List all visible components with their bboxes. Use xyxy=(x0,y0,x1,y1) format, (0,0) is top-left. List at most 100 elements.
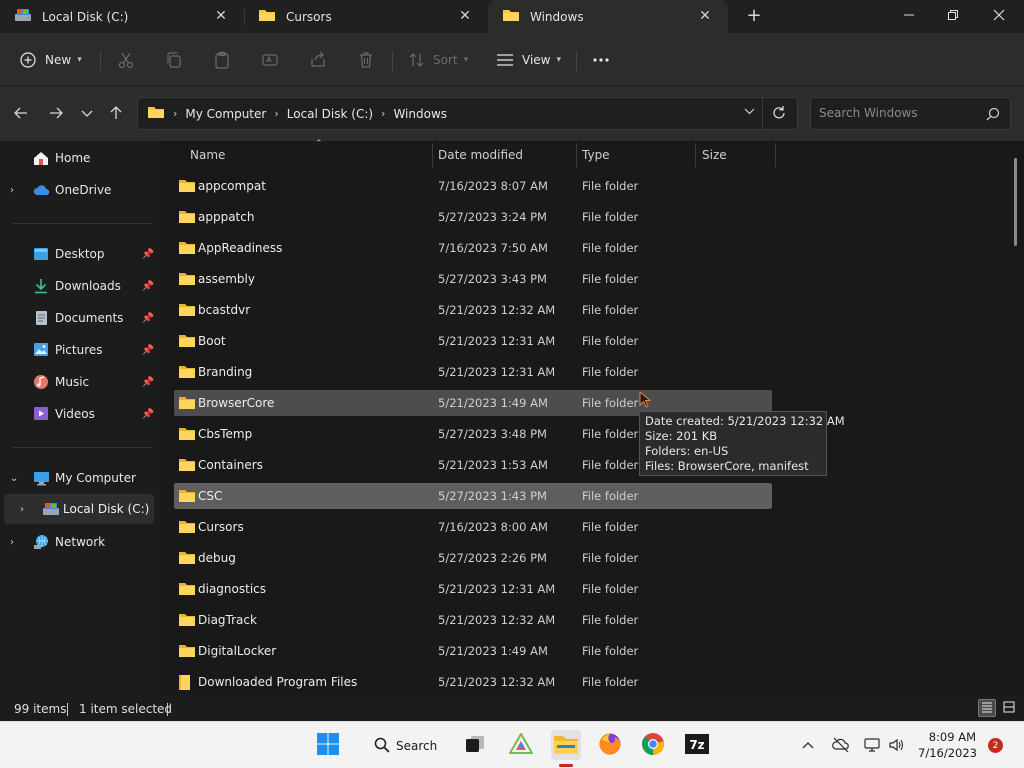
download-icon xyxy=(34,278,48,297)
search-icon xyxy=(986,107,1000,124)
nav-item-local-disk[interactable]: › Local Disk (C:) xyxy=(4,494,154,524)
7zip-button[interactable]: 7z xyxy=(682,730,712,760)
file-date-modified: 7/16/2023 8:07 AM xyxy=(438,179,548,193)
file-row[interactable]: diagnostics 5/21/2023 12:31 AM File folder xyxy=(174,576,772,602)
cut-button[interactable] xyxy=(117,47,135,73)
file-list: ⌃ Name Date modified Type Size appcompat… xyxy=(160,139,1024,695)
file-row[interactable]: Boot 5/21/2023 12:31 AM File folder xyxy=(174,328,772,354)
tab-windows[interactable]: Windows ✕ xyxy=(488,0,728,33)
recent-locations-button[interactable] xyxy=(77,104,97,124)
chevron-down-icon: ▾ xyxy=(77,55,82,65)
start-button[interactable] xyxy=(313,730,343,760)
network-tray-icon[interactable] xyxy=(864,737,880,756)
clock-time[interactable]: 8:09 AM xyxy=(918,730,976,744)
nav-item-music[interactable]: Music 📌 xyxy=(0,367,158,397)
volume-icon[interactable] xyxy=(888,737,904,756)
nav-item-onedrive[interactable]: › OneDrive xyxy=(0,175,158,205)
file-date-modified: 7/16/2023 8:00 AM xyxy=(438,520,548,534)
search-input[interactable] xyxy=(819,106,979,120)
details-view-button[interactable] xyxy=(978,699,996,717)
nav-item-documents[interactable]: Documents 📌 xyxy=(0,303,158,333)
file-row[interactable]: AppReadiness 7/16/2023 7:50 AM File folder xyxy=(174,235,772,261)
new-tab-button[interactable]: + xyxy=(744,6,764,26)
task-view-button[interactable] xyxy=(460,730,490,760)
file-row[interactable]: CSC 5/27/2023 1:43 PM File folder xyxy=(174,483,772,509)
file-explorer-taskbar-button[interactable] xyxy=(551,730,581,760)
notification-badge[interactable]: 2 xyxy=(988,738,1003,753)
back-button[interactable] xyxy=(11,104,31,124)
nav-item-pictures[interactable]: Pictures 📌 xyxy=(0,335,158,365)
file-date-modified: 5/27/2023 3:24 PM xyxy=(438,210,547,224)
chevron-right-icon[interactable]: › xyxy=(10,537,14,548)
breadcrumb-my-computer[interactable]: My Computer xyxy=(185,107,266,121)
file-row[interactable]: DigitalLocker 5/21/2023 1:49 AM File folde… xyxy=(174,638,772,664)
show-hidden-icons-button[interactable] xyxy=(802,738,814,752)
chevron-right-icon[interactable]: › xyxy=(20,504,24,515)
view-button[interactable]: View ▾ xyxy=(496,47,561,73)
share-button[interactable] xyxy=(309,47,327,73)
folder-icon xyxy=(178,426,196,444)
close-icon[interactable]: ✕ xyxy=(696,7,714,25)
firefox-button[interactable] xyxy=(595,730,625,760)
nav-label: My Computer xyxy=(55,471,136,485)
chrome-button[interactable] xyxy=(638,730,668,760)
file-row[interactable]: Branding 5/21/2023 12:31 AM File folder xyxy=(174,359,772,385)
file-date-modified: 5/21/2023 12:32 AM xyxy=(438,613,556,627)
nav-item-home[interactable]: Home xyxy=(0,143,158,173)
breadcrumb-local-disk[interactable]: Local Disk (C:) xyxy=(287,107,373,121)
file-row[interactable]: appcompat 7/16/2023 8:07 AM File folder xyxy=(174,173,772,199)
file-row[interactable]: DiagTrack 5/21/2023 12:32 AM File folder xyxy=(174,607,772,633)
column-name[interactable]: Name xyxy=(190,148,225,162)
search-box[interactable] xyxy=(810,97,1011,130)
nav-item-downloads[interactable]: Downloads 📌 xyxy=(0,271,158,301)
chevron-right-icon: › xyxy=(381,107,386,120)
chevron-right-icon[interactable]: › xyxy=(10,185,14,196)
tab-cursors[interactable]: Cursors ✕ xyxy=(244,0,488,33)
folder-icon xyxy=(178,581,196,599)
more-options-button[interactable] xyxy=(592,47,610,73)
sort-button[interactable]: Sort ▾ xyxy=(408,47,468,73)
minimize-button[interactable] xyxy=(886,0,932,30)
up-button[interactable] xyxy=(106,104,126,124)
folder-icon xyxy=(178,364,196,382)
refresh-icon[interactable] xyxy=(771,105,787,124)
column-type[interactable]: Type xyxy=(582,148,610,162)
address-bar[interactable]: › My Computer › Local Disk (C:) › Window… xyxy=(137,97,798,130)
address-dropdown-icon[interactable] xyxy=(744,107,755,118)
close-icon[interactable]: ✕ xyxy=(212,7,230,25)
delete-button[interactable] xyxy=(357,47,375,73)
file-row[interactable]: Downloaded Program Files 5/21/2023 12:32 … xyxy=(174,669,772,695)
column-date-modified[interactable]: Date modified xyxy=(438,148,523,162)
file-row[interactable]: Cursors 7/16/2023 8:00 AM File folder xyxy=(174,514,772,540)
taskbar-search-button[interactable]: Search xyxy=(364,732,444,760)
arrow-right-icon xyxy=(49,106,63,123)
close-window-button[interactable] xyxy=(976,0,1022,30)
chevron-down-icon[interactable]: ⌄ xyxy=(10,473,18,484)
forward-button[interactable] xyxy=(46,104,66,124)
widgets-button[interactable] xyxy=(506,730,536,760)
maximize-button[interactable] xyxy=(930,0,976,30)
nav-item-desktop[interactable]: Desktop 📌 xyxy=(0,239,158,269)
file-date-modified: 5/21/2023 12:31 AM xyxy=(438,334,556,348)
tab-local-disk[interactable]: Local Disk (C:) ✕ xyxy=(0,0,244,33)
onedrive-tray-icon[interactable] xyxy=(832,737,850,756)
copy-button[interactable] xyxy=(165,47,183,73)
column-size[interactable]: Size xyxy=(702,148,727,162)
file-row[interactable]: debug 5/27/2023 2:26 PM File folder xyxy=(174,545,772,571)
nav-item-my-computer[interactable]: ⌄ My Computer xyxy=(0,463,158,493)
nav-item-network[interactable]: › Network xyxy=(0,527,158,557)
nav-item-videos[interactable]: Videos 📌 xyxy=(0,399,158,429)
new-button[interactable]: New ▾ xyxy=(20,47,82,73)
rename-button[interactable] xyxy=(261,47,279,73)
clock-date[interactable]: 7/16/2023 xyxy=(918,746,977,760)
file-row[interactable]: assembly 5/27/2023 3:43 PM File folder xyxy=(174,266,772,292)
breadcrumb-windows[interactable]: Windows xyxy=(393,107,447,121)
file-row[interactable]: apppatch 5/27/2023 3:24 PM File folder xyxy=(174,204,772,230)
file-row[interactable]: bcastdvr 5/21/2023 12:32 AM File folder xyxy=(174,297,772,323)
file-type: File folder xyxy=(582,179,639,193)
vertical-scrollbar[interactable] xyxy=(1014,158,1017,246)
file-type: File folder xyxy=(582,427,639,441)
close-icon[interactable]: ✕ xyxy=(456,7,474,25)
paste-button[interactable] xyxy=(213,47,231,73)
tiles-view-button[interactable] xyxy=(1000,699,1018,717)
